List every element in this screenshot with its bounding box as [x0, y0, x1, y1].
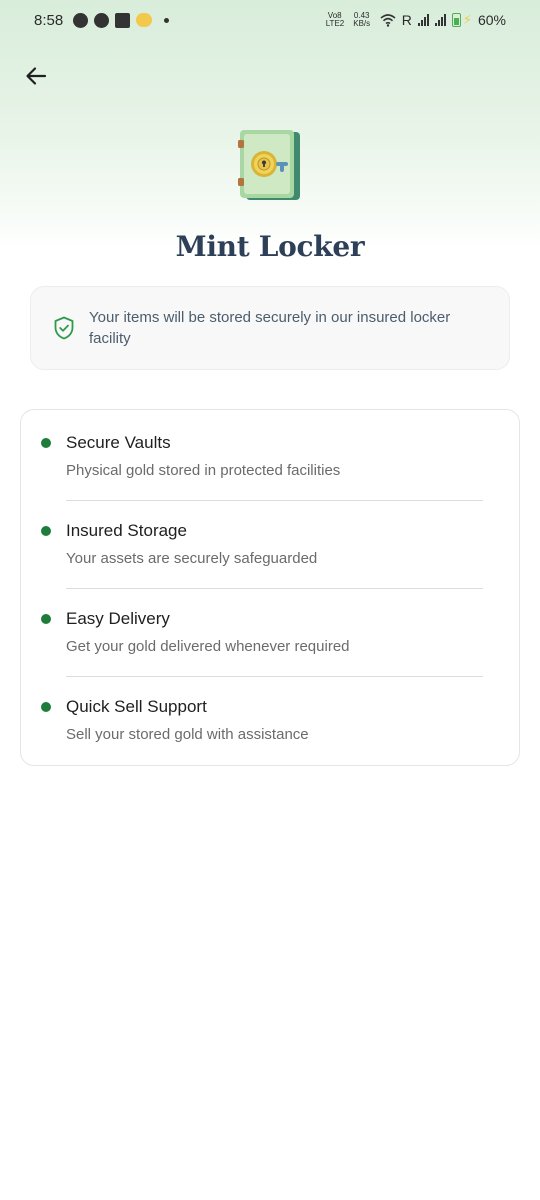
feature-item-secure-vaults: Secure Vaults Physical gold stored in pr… — [21, 410, 521, 498]
signal-bars-icon-2 — [434, 14, 446, 26]
feature-item-easy-delivery: Easy Delivery Get your gold delivered wh… — [21, 586, 521, 674]
app-notification-icon — [94, 12, 110, 28]
feature-description: Get your gold delivered whenever require… — [66, 638, 350, 655]
feature-description: Sell your stored gold with assistance — [66, 726, 309, 743]
notification-badge-icon — [136, 13, 153, 27]
signal-bars-icon-1 — [417, 14, 429, 26]
status-left: 8:58 — [34, 11, 170, 29]
notice-text: Your items will be stored securely in ou… — [89, 309, 451, 347]
feature-description: Physical gold stored in protected facili… — [66, 462, 341, 479]
more-notifications-dot — [164, 17, 170, 23]
roaming-indicator: R — [401, 12, 412, 28]
speed-unit: KB/s — [353, 19, 371, 28]
bullet-dot-icon — [41, 526, 51, 536]
status-right: Vo8 LTE2 0.43 KB/s R ⚡ 60% — [325, 11, 506, 29]
back-button[interactable] — [20, 60, 52, 92]
network-speed: 0.43 KB/s — [350, 12, 374, 28]
status-bar: 8:58 Vo8 LTE2 0.43 KB/s R ⚡ 60% — [0, 0, 540, 40]
charging-icon: ⚡ — [462, 12, 472, 27]
bullet-dot-icon — [41, 614, 51, 624]
feature-title: Insured Storage — [66, 521, 187, 540]
linkedin-icon — [115, 12, 131, 28]
insured-notice-card: Your items will be stored securely in ou… — [30, 286, 510, 370]
battery-icon — [451, 13, 461, 27]
bullet-dot-icon — [41, 438, 51, 448]
feature-item-insured-storage: Insured Storage Your assets are securely… — [21, 498, 521, 586]
shield-check-icon — [54, 316, 74, 340]
feature-title: Easy Delivery — [66, 609, 170, 628]
battery-percent: 60% — [477, 12, 506, 28]
features-card: Secure Vaults Physical gold stored in pr… — [20, 409, 520, 766]
feature-title: Secure Vaults — [66, 433, 171, 452]
bullet-dot-icon — [41, 702, 51, 712]
status-time: 8:58 — [34, 11, 64, 29]
whatsapp-icon — [73, 12, 89, 28]
mint-locker-screen: 8:58 Vo8 LTE2 0.43 KB/s R ⚡ 60% Mint Loc… — [0, 0, 540, 1200]
arrow-left-icon — [26, 67, 47, 85]
wifi-icon — [380, 13, 396, 27]
feature-description: Your assets are securely safeguarded — [66, 550, 318, 567]
feature-title: Quick Sell Support — [66, 697, 207, 716]
page-title: Mint Locker — [175, 230, 365, 263]
feature-item-quick-sell-support: Quick Sell Support Sell your stored gold… — [21, 674, 521, 762]
network-type-label: Vo8 LTE2 — [325, 11, 345, 28]
safe-locker-icon — [238, 130, 300, 200]
